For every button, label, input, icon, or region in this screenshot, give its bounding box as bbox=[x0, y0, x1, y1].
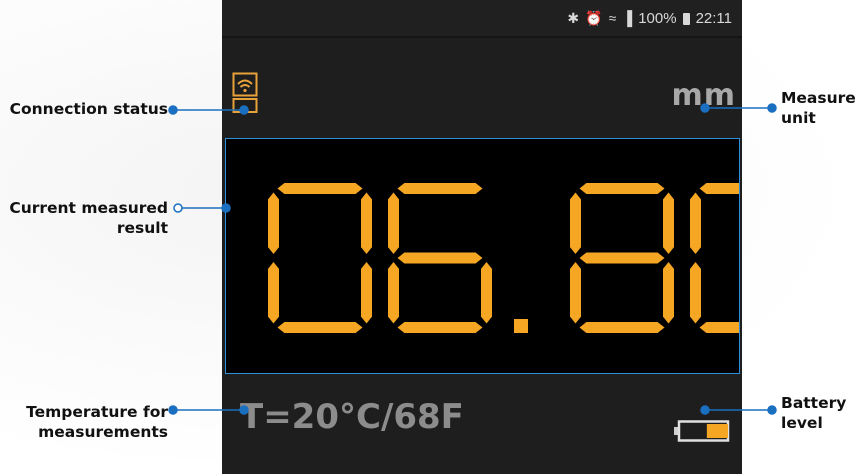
digit-segment bbox=[663, 262, 674, 324]
digit-segment bbox=[663, 192, 674, 254]
digit-segment bbox=[361, 262, 372, 324]
battery-icon bbox=[674, 420, 730, 442]
digit-segment bbox=[699, 322, 739, 333]
digit-segment bbox=[579, 322, 665, 333]
digit-segment bbox=[579, 252, 665, 264]
callout-text: Temperature for bbox=[26, 403, 168, 421]
signal-icon: ▐ bbox=[622, 10, 633, 26]
digit-segment bbox=[481, 262, 492, 324]
callout-text: result bbox=[116, 219, 168, 237]
status-battery-icon bbox=[682, 13, 690, 25]
wifi-icon: ≈ bbox=[608, 10, 617, 26]
digit-segment bbox=[570, 192, 581, 254]
callout-text: Connection status bbox=[9, 100, 168, 118]
readout-digit bbox=[690, 183, 739, 333]
temperature-readout: T=20°C/68F bbox=[240, 397, 464, 437]
reading-value bbox=[268, 183, 739, 333]
wifi-device-icon[interactable] bbox=[232, 72, 258, 114]
digit-segment bbox=[388, 192, 399, 254]
status-bar: ✱ ⏰ ≈ ▐ 100% 22:11 bbox=[222, 0, 742, 38]
digit-segment bbox=[397, 252, 483, 264]
callout-text: Current measured bbox=[9, 199, 168, 217]
callout-text: unit bbox=[781, 109, 816, 127]
digit-segment bbox=[388, 262, 399, 324]
bluetooth-icon: ✱ bbox=[567, 10, 580, 26]
decimal-point bbox=[514, 319, 528, 333]
digit-segment bbox=[397, 183, 483, 194]
digit-segment bbox=[690, 262, 701, 324]
callout-text: Measure bbox=[781, 89, 856, 107]
clock: 22:11 bbox=[695, 9, 732, 27]
digit-segment bbox=[277, 183, 363, 194]
callout-text: Battery bbox=[781, 394, 847, 412]
callout-current-result: Current measured result bbox=[4, 198, 168, 238]
callout-measure-unit: Measure unit bbox=[781, 88, 859, 128]
digit-segment bbox=[690, 192, 701, 254]
alarm-icon: ⏰ bbox=[585, 10, 603, 26]
callout-temperature: Temperature for measurements bbox=[4, 402, 168, 442]
digit-segment bbox=[699, 183, 739, 194]
readout-digit bbox=[388, 183, 492, 333]
digit-segment bbox=[579, 183, 665, 194]
callout-connection-status: Connection status bbox=[8, 99, 168, 119]
digit-segment bbox=[361, 192, 372, 254]
readout-digit bbox=[570, 183, 674, 333]
readout-digit bbox=[268, 183, 372, 333]
phone-screen: ✱ ⏰ ≈ ▐ 100% 22:11 mm T=20°C/68F bbox=[222, 0, 742, 474]
digit-segment bbox=[268, 262, 279, 324]
callout-battery-level: Battery level bbox=[781, 393, 859, 433]
callout-text: level bbox=[781, 414, 823, 432]
measurement-display bbox=[225, 138, 740, 374]
callout-text: measurements bbox=[38, 423, 168, 441]
digit-segment bbox=[268, 192, 279, 254]
battery-percent: 100% bbox=[638, 9, 677, 27]
measure-unit: mm bbox=[671, 78, 736, 113]
digit-segment bbox=[397, 322, 483, 333]
digit-segment bbox=[277, 322, 363, 333]
digit-segment bbox=[570, 262, 581, 324]
